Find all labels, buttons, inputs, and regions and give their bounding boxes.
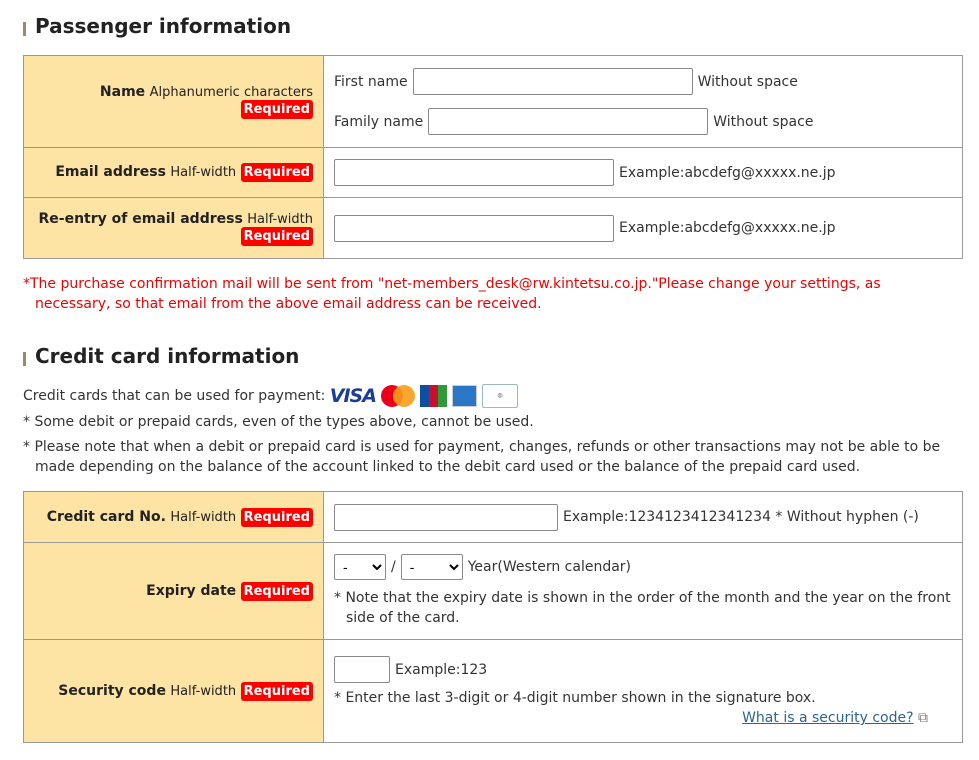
name-label-cell: Name Alphanumeric characters Required xyxy=(23,55,324,148)
required-badge: Required xyxy=(240,163,313,182)
external-window-icon: ⧉ xyxy=(918,710,928,726)
jcb-icon xyxy=(419,385,447,407)
email-label-cell: Email address Half-width Required xyxy=(23,147,324,198)
expiry-year-select[interactable]: - xyxy=(400,554,463,580)
security-code-help-link[interactable]: What is a security code? xyxy=(742,710,913,726)
email-input[interactable] xyxy=(334,159,614,186)
visa-icon: VISA xyxy=(329,385,377,407)
required-badge: Required xyxy=(240,100,313,119)
debit-note: * Some debit or prepaid cards, even of t… xyxy=(23,414,534,430)
card-number-input[interactable] xyxy=(334,503,558,531)
reentry-label-cell: Re-entry of email address Half-width Requ… xyxy=(23,197,324,259)
expiry-month-select[interactable]: - xyxy=(334,554,386,580)
security-code-label-cell: Security code Half-width Required xyxy=(23,639,324,743)
diners-club-icon: ◎ xyxy=(481,384,518,408)
email-notice: *The purchase confirmation mail will be … xyxy=(23,276,881,312)
credit-form: Credit card No. Half-width Required Exam… xyxy=(23,491,963,743)
required-badge: Required xyxy=(240,226,313,246)
expiry-label-cell: Expiry date Required xyxy=(23,542,324,640)
security-note: * Enter the last 3-digit or 4-digit numb… xyxy=(334,690,816,706)
required-badge: Required xyxy=(240,681,313,701)
required-badge: Required xyxy=(240,581,313,601)
card-number-label-cell: Credit card No. Half-width Required xyxy=(23,491,324,543)
passenger-section-title: Passenger information xyxy=(23,14,291,38)
american-express-icon xyxy=(451,385,477,407)
expiry-note: * Note that the expiry date is shown in … xyxy=(334,590,951,626)
first-name-input[interactable] xyxy=(412,68,693,95)
security-code-input[interactable] xyxy=(334,656,390,683)
passenger-form: Name Alphanumeric characters Required Fir… xyxy=(23,55,963,259)
credit-section-title: Credit card information xyxy=(23,344,299,368)
debit-balance-note: * Please note that when a debit or prepa… xyxy=(23,439,941,475)
mastercard-icon xyxy=(380,385,415,407)
accepted-cards: Credit cards that can be used for paymen… xyxy=(23,384,963,408)
family-name-input[interactable] xyxy=(428,108,709,135)
required-badge: Required xyxy=(240,507,313,527)
email-reentry-input[interactable] xyxy=(334,214,614,242)
